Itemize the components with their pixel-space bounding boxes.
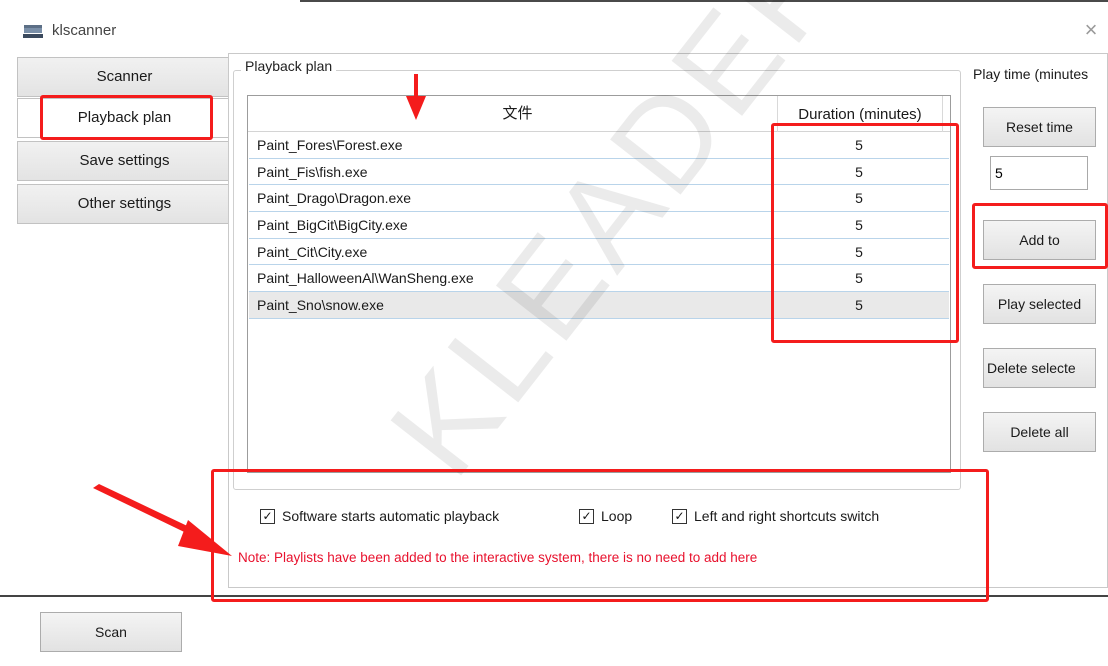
close-icon[interactable]: ×: [1078, 17, 1104, 43]
play-selected-button[interactable]: Play selected: [983, 284, 1096, 324]
app-icon: [23, 23, 43, 39]
title-top-rule: [300, 0, 1108, 2]
cell-file: Paint_Fores\Forest.exe: [257, 136, 403, 153]
cell-file: Paint_HalloweenAl\WanSheng.exe: [257, 270, 474, 287]
scan-button[interactable]: Scan: [40, 612, 182, 652]
cell-file: Paint_Fis\fish.exe: [257, 163, 368, 180]
cell-file: Paint_Drago\Dragon.exe: [257, 190, 412, 207]
nav-tab-other-settings[interactable]: Other settings: [17, 184, 232, 224]
nav-tab-save-settings[interactable]: Save settings: [17, 141, 232, 181]
column-header-file[interactable]: 文件: [258, 96, 778, 132]
highlight-playback-tab: [40, 95, 213, 140]
cell-file: Paint_Sno\snow.exe: [257, 296, 384, 313]
highlight-duration-column: [771, 123, 959, 343]
window-title: klscanner: [52, 22, 117, 39]
nav-tab-scanner[interactable]: Scanner: [17, 57, 232, 97]
highlight-add-button: [972, 203, 1108, 269]
delete-selected-button[interactable]: Delete selecte: [983, 348, 1096, 388]
cell-file: Paint_Cit\City.exe: [257, 243, 368, 260]
highlight-options-area: [211, 469, 989, 602]
delete-all-button[interactable]: Delete all: [983, 412, 1096, 452]
title-bar: [0, 0, 1108, 54]
play-time-label: Play time (minutes: [973, 66, 1089, 82]
cell-file: Paint_BigCit\BigCity.exe: [257, 216, 408, 233]
group-title: Playback plan: [241, 58, 337, 74]
play-time-input[interactable]: [990, 156, 1088, 190]
reset-time-button[interactable]: Reset time: [983, 107, 1096, 147]
